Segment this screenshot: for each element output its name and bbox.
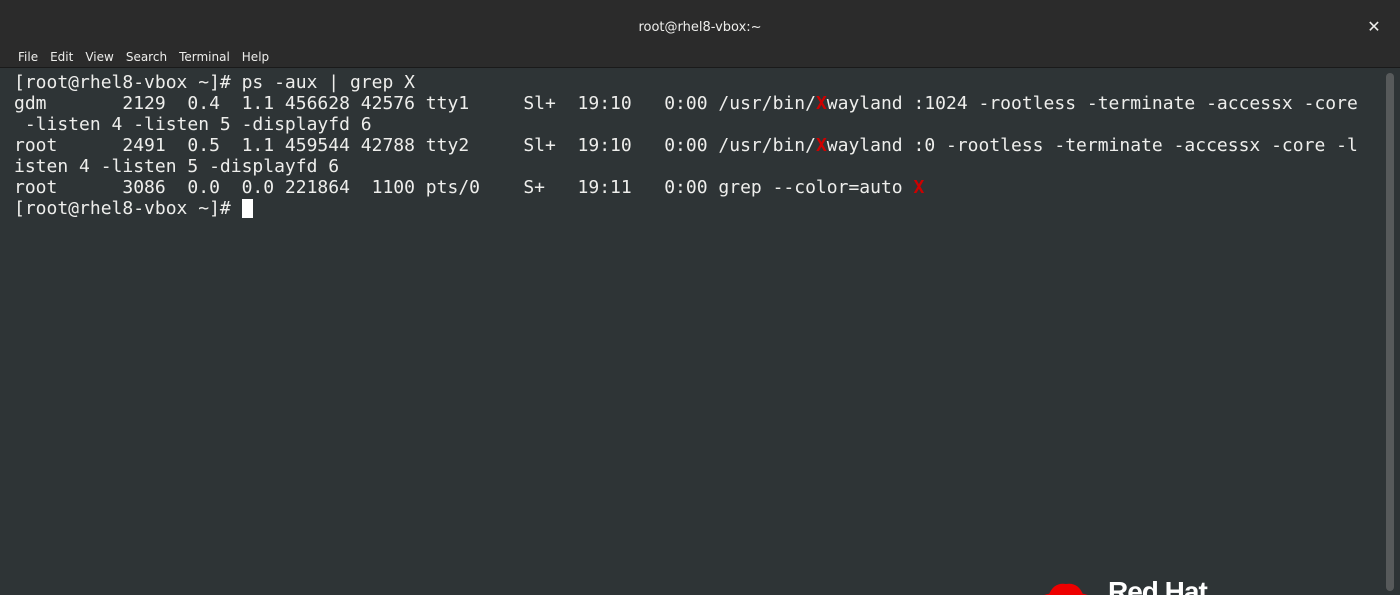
menu-bar: File Edit View Search Terminal Help — [0, 46, 1400, 68]
text-cursor — [241, 199, 253, 218]
terminal-output: [root@rhel8-vbox ~]# ps -aux | grep X gd… — [14, 72, 1358, 219]
terminal-text: -listen 4 -listen 5 -displayfd 6 — [14, 114, 372, 135]
terminal-line: isten 4 -listen 5 -displayfd 6 — [14, 156, 339, 177]
terminal-line: [root@rhel8-vbox ~]# — [14, 198, 253, 219]
terminal-text: wayland :0 -rootless -terminate -accessx… — [826, 135, 1358, 156]
terminal-window: root@rhel8-vbox:~ ✕ File Edit View Searc… — [0, 0, 1400, 595]
terminal-area[interactable]: [root@rhel8-vbox ~]# ps -aux | grep X gd… — [0, 69, 1380, 595]
scrollbar-thumb[interactable] — [1386, 73, 1394, 591]
terminal-text: wayland :1024 -rootless -terminate -acce… — [826, 93, 1358, 114]
terminal-line: gdm 2129 0.4 1.1 456628 42576 tty1 Sl+ 1… — [14, 93, 1358, 114]
watermark: Red Hat — [1036, 572, 1236, 595]
terminal-line: -listen 4 -listen 5 -displayfd 6 — [14, 114, 372, 135]
menu-help[interactable]: Help — [236, 46, 275, 68]
menu-view[interactable]: View — [79, 46, 119, 68]
menu-edit[interactable]: Edit — [44, 46, 79, 68]
terminal-text: isten 4 -listen 5 -displayfd 6 — [14, 156, 340, 177]
terminal-line: root 2491 0.5 1.1 459544 42788 tty2 Sl+ … — [14, 135, 1358, 156]
grep-match-highlight: X — [815, 93, 827, 114]
grep-match-highlight: X — [815, 135, 827, 156]
terminal-text: [root@rhel8-vbox ~]# ps -aux | grep X — [14, 72, 415, 93]
terminal-text: root 3086 0.0 0.0 221864 1100 pts/0 S+ 1… — [14, 177, 914, 198]
terminal-line: [root@rhel8-vbox ~]# ps -aux | grep X — [14, 72, 415, 93]
menu-search[interactable]: Search — [120, 46, 173, 68]
title-bar[interactable]: root@rhel8-vbox:~ ✕ — [0, 0, 1400, 47]
menu-file[interactable]: File — [12, 46, 44, 68]
watermark-text: Red Hat — [1108, 576, 1208, 595]
window-title: root@rhel8-vbox:~ — [638, 20, 762, 35]
terminal-text: [root@rhel8-vbox ~]# — [14, 198, 242, 219]
terminal-line: root 3086 0.0 0.0 221864 1100 pts/0 S+ 1… — [14, 177, 924, 198]
menu-terminal[interactable]: Terminal — [173, 46, 236, 68]
terminal-text: gdm 2129 0.4 1.1 456628 42576 tty1 Sl+ 1… — [14, 93, 816, 114]
close-icon[interactable]: ✕ — [1366, 19, 1382, 35]
red-hat-logo-icon — [1044, 583, 1088, 595]
scrollbar[interactable] — [1380, 69, 1400, 595]
grep-match-highlight: X — [913, 177, 925, 198]
terminal-text: root 2491 0.5 1.1 459544 42788 tty2 Sl+ … — [14, 135, 816, 156]
